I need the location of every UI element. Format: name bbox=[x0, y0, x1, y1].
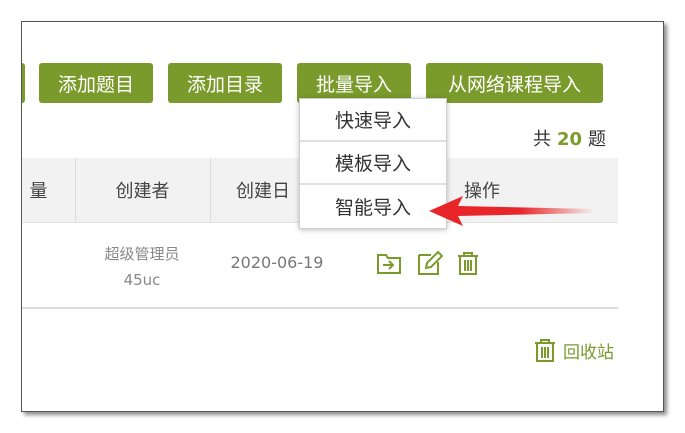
move-to-folder-icon[interactable] bbox=[375, 249, 403, 277]
edit-icon[interactable] bbox=[415, 249, 443, 277]
recycle-bin-icon bbox=[535, 339, 555, 362]
add-question-button[interactable]: 添加题目 bbox=[39, 63, 153, 103]
delete-icon[interactable] bbox=[454, 249, 482, 277]
header-quantity: 量 bbox=[22, 158, 76, 222]
import-from-course-button[interactable]: 从网络课程导入 bbox=[426, 63, 603, 103]
header-creator: 创建者 bbox=[75, 158, 211, 222]
question-total: 共 20 题 bbox=[533, 125, 606, 151]
partial-button-edge[interactable] bbox=[22, 63, 25, 103]
recycle-bin-label: 回收站 bbox=[563, 342, 614, 363]
creator-cell: 超级管理员 45uc bbox=[74, 241, 210, 293]
creator-id: 45uc bbox=[123, 271, 161, 289]
creator-name: 超级管理员 bbox=[104, 245, 180, 263]
total-prefix: 共 bbox=[532, 129, 551, 150]
table-row: 超级管理员 45uc 2020-06-19 bbox=[22, 223, 618, 309]
created-date-cell: 2020-06-19 bbox=[230, 253, 324, 272]
add-directory-button[interactable]: 添加目录 bbox=[168, 63, 282, 103]
red-arrow-pointer bbox=[429, 196, 595, 226]
quick-import-option[interactable]: 快速导入 bbox=[300, 99, 446, 142]
total-suffix: 题 bbox=[588, 129, 606, 150]
batch-import-button[interactable]: 批量导入 bbox=[297, 63, 411, 103]
template-import-option[interactable]: 模板导入 bbox=[300, 142, 446, 185]
total-count: 20 bbox=[556, 129, 582, 150]
main-panel: 添加题目 添加目录 批量导入 从网络课程导入 共 20 题 量 创建者 创建日 操作… bbox=[21, 21, 664, 412]
smart-import-option[interactable]: 智能导入 bbox=[300, 185, 446, 228]
batch-import-dropdown: 快速导入 模板导入 智能导入 bbox=[299, 98, 447, 229]
recycle-bin-link[interactable]: 回收站 bbox=[533, 337, 614, 363]
